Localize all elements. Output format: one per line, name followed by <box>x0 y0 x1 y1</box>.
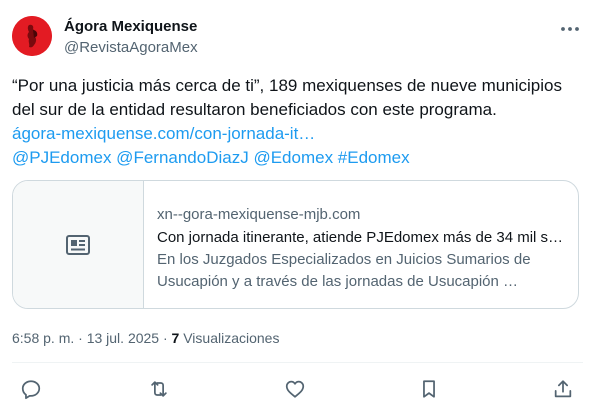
like-icon[interactable] <box>284 378 306 400</box>
tweet-meta: 6:58 p. m. · 13 jul. 2025 · 7 Visualizac… <box>12 330 279 346</box>
card-description-line: En los Juzgados Especializados en Juicio… <box>157 251 531 268</box>
tweet-text-line: del sur de la entidad resultaron benefic… <box>12 100 497 119</box>
article-icon <box>66 235 90 255</box>
author-display-name[interactable]: Ágora Mexiquense <box>64 18 197 35</box>
more-options-icon[interactable] <box>558 20 582 38</box>
card-domain: xn--gora-mexiquense-mjb.com <box>157 206 361 223</box>
tweet-text-line: “Por una justicia más cerca de ti”, 189 … <box>12 76 562 95</box>
tweet-link[interactable]: ágora-mexiquense.com/con-jornada-it… <box>12 122 587 146</box>
tweet: Ágora Mexiquense @RevistaAgoraMex “Por u… <box>0 0 595 417</box>
retweet-icon[interactable] <box>148 378 170 400</box>
divider <box>12 362 583 363</box>
tweet-mentions[interactable]: @PJEdomex @FernandoDiazJ @Edomex #Edomex <box>12 146 587 170</box>
views-label: Visualizaciones <box>179 330 280 346</box>
tweet-text: “Por una justicia más cerca de ti”, 189 … <box>12 74 587 170</box>
card-description: En los Juzgados Especializados en Juicio… <box>157 249 569 293</box>
reply-icon[interactable] <box>20 378 42 400</box>
share-icon[interactable] <box>552 378 574 400</box>
avatar-logo-icon <box>12 16 52 56</box>
timestamp[interactable]: 6:58 p. m. · 13 jul. 2025 · <box>12 330 172 346</box>
author-handle[interactable]: @RevistaAgoraMex <box>64 39 198 56</box>
card-title: Con jornada itinerante, atiende PJEdomex… <box>157 229 564 246</box>
bookmark-icon[interactable] <box>418 378 440 400</box>
link-preview-card[interactable]: xn--gora-mexiquense-mjb.com Con jornada … <box>12 180 579 309</box>
card-thumbnail <box>13 181 144 308</box>
card-description-line: Usucapión y a través de las jornadas de … <box>157 273 519 290</box>
avatar[interactable] <box>12 16 52 56</box>
